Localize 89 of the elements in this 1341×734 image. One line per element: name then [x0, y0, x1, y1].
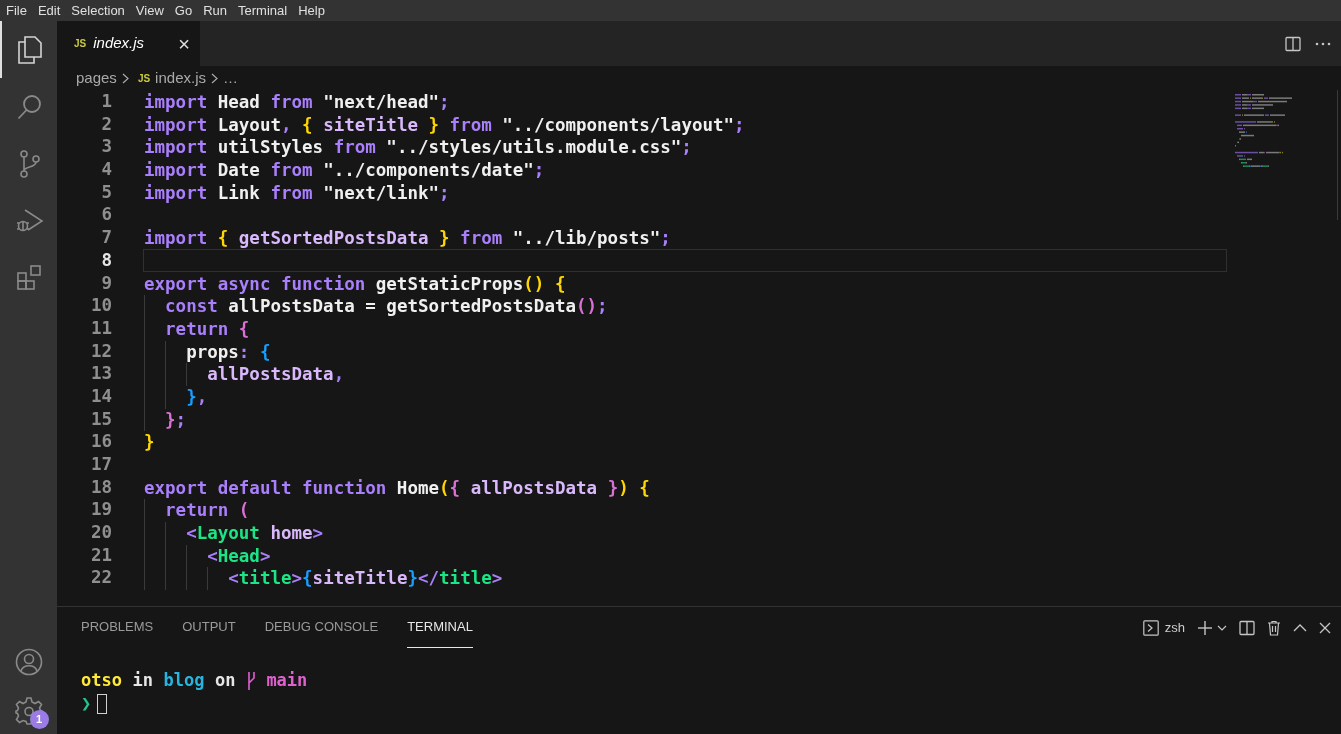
panel-tab[interactable]: DEBUG CONSOLE — [264, 607, 379, 648]
line-number: 9 — [100, 271, 112, 295]
breadcrumb-symbol[interactable]: … — [222, 66, 238, 90]
code-line: import Link from "next/link"; — [144, 182, 450, 203]
line-number: 17 — [89, 453, 112, 476]
plus-icon[interactable] — [1197, 619, 1213, 636]
menu-item[interactable]: Edit — [37, 0, 61, 21]
line-number: 11 — [89, 316, 112, 340]
line-number: 15 — [89, 407, 112, 431]
code-line: export async function getStaticProps() { — [144, 273, 566, 294]
terminal-text: in — [132, 669, 153, 692]
code-line: import Layout, { siteTitle } from "../components/layout"; — [144, 114, 745, 135]
settings-icon[interactable] — [13, 696, 44, 726]
source-control-icon[interactable] — [18, 149, 41, 178]
chevron-up-icon[interactable] — [1293, 623, 1307, 632]
line-number: 16 — [89, 430, 112, 453]
line-number: 1 — [100, 90, 112, 113]
shell-name[interactable]: zsh — [1164, 617, 1185, 638]
code-line: import { getSortedPostsData } from "../lib/posts"; — [144, 228, 671, 249]
files-icon[interactable] — [16, 35, 43, 64]
code-line: <Head> — [206, 545, 271, 566]
chevron-down-icon[interactable] — [1217, 624, 1227, 631]
breadcrumb-folder[interactable]: pages — [76, 66, 117, 90]
menu-item[interactable]: View — [135, 0, 164, 21]
account-icon[interactable] — [14, 648, 43, 676]
code-line: export default function Home({ allPostsData }) { — [144, 477, 650, 498]
code-line: }, — [185, 386, 208, 407]
close-icon[interactable] — [1319, 621, 1331, 634]
line-number: 7 — [100, 226, 112, 249]
close-tab-button[interactable]: × — [178, 33, 190, 54]
line-number: 20 — [89, 521, 112, 544]
git-branch-icon — [245, 670, 256, 691]
line-number: 2 — [100, 112, 112, 136]
panel-tab[interactable]: TERMINAL — [407, 607, 473, 648]
line-number: 12 — [89, 339, 112, 363]
code-line: import Head from "next/head"; — [144, 92, 450, 112]
extensions-icon[interactable] — [15, 263, 44, 292]
run-debug-icon[interactable] — [15, 207, 44, 234]
code-line: props: { — [185, 341, 271, 362]
terminal-username: otso — [81, 669, 122, 692]
more-actions-icon[interactable] — [1315, 41, 1331, 46]
code-line: allPostsData, — [206, 364, 345, 385]
line-number: 18 — [89, 475, 112, 499]
line-number: 6 — [100, 203, 112, 227]
code-line: <title>{siteTitle}</title> — [227, 568, 503, 589]
code-line: import Date from "../components/date"; — [144, 160, 545, 181]
code-line: }; — [164, 409, 187, 430]
code-line: <Layout home> — [185, 523, 324, 544]
line-number: 3 — [100, 135, 112, 159]
line-number: 4 — [100, 158, 112, 181]
breadcrumb-file[interactable]: index.js — [155, 66, 206, 90]
line-number: 10 — [89, 294, 112, 317]
terminal-prompt: ❯ — [81, 692, 92, 715]
line-number: 5 — [100, 180, 112, 204]
js-file-icon: JS — [137, 70, 151, 86]
chevron-right-icon — [210, 72, 218, 84]
notification-badge: 1 — [29, 710, 49, 729]
line-number: 21 — [89, 543, 112, 567]
terminal-icon — [1142, 619, 1159, 636]
code-line: return ( — [164, 500, 250, 521]
line-number: 8 — [100, 248, 112, 272]
menu-item[interactable]: Go — [174, 0, 193, 21]
line-number: 22 — [89, 566, 112, 590]
line-number: 14 — [89, 384, 112, 408]
menu-item[interactable]: File — [6, 0, 27, 21]
line-number: 19 — [89, 498, 112, 522]
line-number: 13 — [89, 362, 112, 385]
menu-item[interactable]: Help — [298, 0, 325, 21]
code-line: return { — [164, 318, 250, 339]
tab-label: index.js — [93, 33, 146, 54]
code-line: import utilStyles from "../styles/utils.module.css"; — [144, 137, 692, 158]
panel-tab[interactable]: PROBLEMS — [81, 607, 154, 648]
split-terminal-icon[interactable] — [1239, 619, 1255, 636]
terminal-text: on — [214, 669, 236, 692]
menu-item[interactable]: Selection — [71, 0, 125, 21]
menu-item[interactable]: Terminal — [238, 0, 288, 21]
js-file-icon: JS — [74, 36, 87, 51]
terminal-cursor — [97, 693, 108, 714]
terminal-directory: blog — [163, 669, 205, 692]
code-line: } — [144, 432, 155, 453]
code-line: const allPostsData = getSortedPostsData(); — [164, 296, 608, 317]
trash-icon[interactable] — [1267, 619, 1281, 636]
panel-tab[interactable]: OUTPUT — [182, 607, 236, 648]
editor-tab[interactable]: JS index.js × — [57, 21, 200, 66]
menu-item[interactable]: Run — [203, 0, 227, 21]
terminal-branch: main — [266, 669, 308, 692]
chevron-right-icon — [121, 72, 129, 84]
search-icon[interactable] — [16, 93, 43, 120]
split-editor-icon[interactable] — [1285, 35, 1301, 52]
